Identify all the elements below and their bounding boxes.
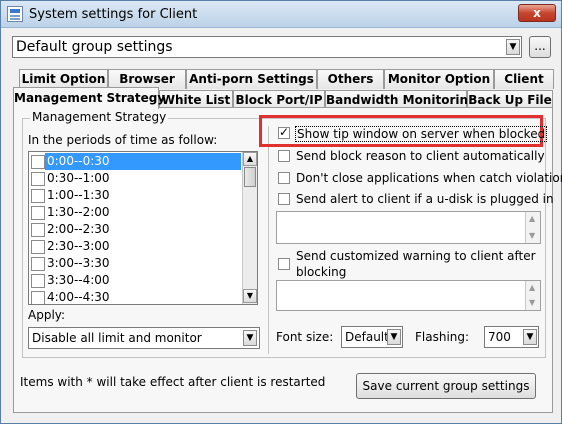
show-tip-label: Show tip window on server when blocked	[295, 126, 548, 142]
browse-button[interactable]: ...	[529, 36, 551, 58]
list-item[interactable]: 1:30--2:00	[29, 204, 239, 221]
period-checkbox[interactable]	[31, 223, 45, 237]
settings-app-icon	[7, 6, 23, 22]
tab-client[interactable]: Client	[494, 69, 554, 89]
list-item[interactable]: 2:30--3:00	[29, 238, 239, 255]
font-size-label: Font size:	[276, 330, 334, 344]
period-label: 3:00--3:30	[47, 256, 110, 270]
list-item[interactable]: 0:30--1:00	[29, 170, 239, 187]
tab-monitor-option[interactable]: Monitor Option	[384, 69, 494, 89]
flashing-dropdown[interactable]: 700 ▼	[484, 326, 539, 348]
group-settings-value: Default group settings	[16, 39, 173, 55]
textbox-scrollbar[interactable]: ▲ ▼	[525, 212, 540, 243]
period-checkbox[interactable]	[31, 155, 45, 169]
list-item[interactable]: 3:30--4:00	[29, 272, 239, 289]
period-checkbox[interactable]	[31, 291, 45, 304]
alert-message-textbox[interactable]: ▲ ▼	[276, 211, 541, 244]
tab-browser[interactable]: Browser	[108, 69, 186, 89]
flashing-label: Flashing:	[415, 330, 470, 344]
list-item[interactable]: 0:00--0:30	[29, 153, 241, 170]
list-scrollbar[interactable]: ▲ ▼	[242, 152, 257, 304]
scroll-up-arrow-icon[interactable]: ▲	[529, 214, 535, 223]
send-alert-label: Send alert to client if a u-disk is plug…	[296, 192, 554, 206]
periods-label: In the periods of time as follow:	[28, 133, 218, 147]
scrollbar-thumb[interactable]	[244, 167, 256, 187]
period-label: 0:30--1:00	[47, 171, 110, 185]
group-settings-dropdown[interactable]: Default group settings ▼	[12, 36, 522, 58]
scroll-down-arrow-icon[interactable]: ▼	[529, 231, 535, 240]
period-label: 0:00--0:30	[45, 153, 241, 170]
scroll-up-arrow-icon[interactable]: ▲	[243, 152, 257, 166]
chevron-down-icon[interactable]: ▼	[387, 329, 401, 345]
tab-anti-porn-settings[interactable]: Anti-porn Settings	[186, 69, 317, 89]
chevron-down-icon[interactable]: ▼	[523, 329, 537, 345]
period-checkbox[interactable]	[31, 172, 45, 186]
tab-limit-option[interactable]: Limit Option	[19, 69, 108, 89]
settings-window: System settings for Client x Default gro…	[0, 0, 562, 424]
period-label: 2:00--2:30	[47, 222, 110, 236]
title-bar[interactable]: System settings for Client x	[1, 1, 561, 28]
apply-dropdown[interactable]: Disable all limit and monitor ▼	[28, 327, 260, 349]
dont-close-apps-checkbox[interactable]	[278, 172, 290, 184]
period-rows: 0:00--0:30 0:30--1:00 1:00--1:30 1:30--2…	[29, 153, 241, 304]
period-checkbox[interactable]	[31, 274, 45, 288]
list-item[interactable]: 1:00--1:30	[29, 187, 239, 204]
custom-warning-label-line2: blocking	[296, 265, 347, 279]
period-checkbox[interactable]	[31, 257, 45, 271]
vertical-divider	[268, 126, 269, 354]
send-block-reason-checkbox[interactable]	[278, 150, 290, 162]
textbox-scrollbar[interactable]: ▲ ▼	[525, 281, 540, 310]
font-size-value: Default	[345, 330, 389, 344]
list-item[interactable]: 4:00--4:30	[29, 289, 239, 304]
flashing-value: 700	[488, 330, 511, 344]
apply-value: Disable all limit and monitor	[32, 331, 202, 345]
tab-management-strategy[interactable]: Management Strategy	[13, 87, 165, 109]
period-label: 4:00--4:30	[47, 290, 110, 304]
list-item[interactable]: 3:00--3:30	[29, 255, 239, 272]
list-item[interactable]: 2:00--2:30	[29, 221, 239, 238]
send-alert-checkbox[interactable]	[278, 193, 290, 205]
window-title: System settings for Client	[29, 7, 198, 22]
period-label: 1:00--1:30	[47, 188, 110, 202]
management-strategy-panel: Management Strategy In the periods of ti…	[13, 107, 562, 413]
save-group-settings-button[interactable]: Save current group settings	[356, 373, 536, 399]
show-tip-checkbox[interactable]	[278, 125, 290, 139]
chevron-down-icon[interactable]: ▼	[243, 330, 257, 346]
period-checkbox[interactable]	[31, 206, 45, 220]
restart-note: Items with * will take effect after clie…	[20, 375, 326, 389]
period-label: 2:30--3:00	[47, 239, 110, 253]
font-size-dropdown[interactable]: Default ▼	[341, 326, 403, 348]
warning-message-textbox[interactable]: ▲ ▼	[276, 280, 541, 311]
tab-others[interactable]: Others	[317, 69, 384, 89]
period-label: 1:30--2:00	[47, 205, 110, 219]
scroll-down-arrow-icon[interactable]: ▼	[529, 298, 535, 307]
custom-warning-checkbox[interactable]	[278, 258, 290, 270]
scroll-down-arrow-icon[interactable]: ▼	[243, 289, 257, 303]
apply-label: Apply:	[28, 308, 66, 322]
custom-warning-label-line1: Send customized warning to client after	[296, 249, 536, 263]
time-periods-list[interactable]: 0:00--0:30 0:30--1:00 1:00--1:30 1:30--2…	[28, 151, 258, 305]
dont-close-apps-label: Don't close applications when catch viol…	[296, 171, 562, 185]
period-checkbox[interactable]	[31, 240, 45, 254]
period-label: 3:30--4:00	[47, 273, 110, 287]
send-block-reason-label: Send block reason to client automaticall…	[296, 149, 545, 163]
scroll-up-arrow-icon[interactable]: ▲	[529, 283, 535, 292]
close-button[interactable]: x	[518, 4, 556, 22]
chevron-down-icon[interactable]: ▼	[506, 39, 520, 55]
groupbox-title: Management Strategy	[30, 110, 169, 124]
period-checkbox[interactable]	[31, 189, 45, 203]
